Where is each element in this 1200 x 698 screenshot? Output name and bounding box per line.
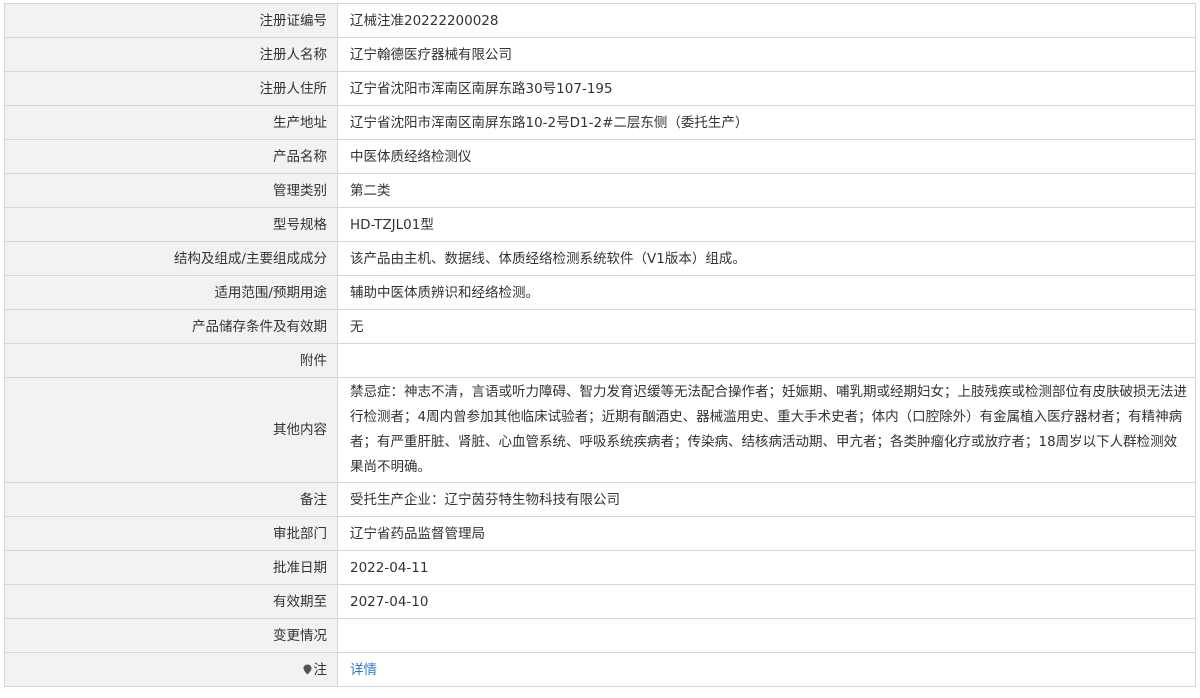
row-change-status: 变更情况 [4, 618, 1196, 653]
row-label: 备注 [4, 482, 338, 517]
pin-icon [302, 663, 312, 675]
row-label: 产品储存条件及有效期 [4, 309, 338, 344]
row-value [337, 618, 1196, 653]
row-remarks: 备注 受托生产企业：辽宁茵芬特生物科技有限公司 [4, 482, 1196, 517]
row-value: 禁忌症：神志不清，言语或听力障碍、智力发育迟缓等无法配合操作者；妊娠期、哺乳期或… [337, 377, 1196, 483]
row-label: 注册人名称 [4, 37, 338, 72]
row-approval-department: 审批部门 辽宁省药品监督管理局 [4, 516, 1196, 551]
row-storage-validity: 产品储存条件及有效期 无 [4, 309, 1196, 344]
row-label: 有效期至 [4, 584, 338, 619]
row-registrant-name: 注册人名称 辽宁翰德医疗器械有限公司 [4, 37, 1196, 72]
row-label: 生产地址 [4, 105, 338, 140]
row-label: 产品名称 [4, 139, 338, 174]
row-production-address: 生产地址 辽宁省沈阳市浑南区南屏东路10-2号D1-2#二层东侧（委托生产） [4, 105, 1196, 140]
row-intended-use: 适用范围/预期用途 辅助中医体质辨识和经络检测。 [4, 275, 1196, 310]
row-product-name: 产品名称 中医体质经络检测仪 [4, 139, 1196, 174]
row-value: 无 [337, 309, 1196, 344]
row-value: 辽宁翰德医疗器械有限公司 [337, 37, 1196, 72]
row-registrant-address: 注册人住所 辽宁省沈阳市浑南区南屏东路30号107-195 [4, 71, 1196, 106]
note-value-cell: 详情 [337, 652, 1196, 687]
detail-container: 注册证编号 辽械注准20222200028 注册人名称 辽宁翰德医疗器械有限公司… [4, 3, 1196, 687]
row-value: 中医体质经络检测仪 [337, 139, 1196, 174]
row-value: 该产品由主机、数据线、体质经络检测系统软件（V1版本）组成。 [337, 241, 1196, 276]
row-value: 受托生产企业：辽宁茵芬特生物科技有限公司 [337, 482, 1196, 517]
row-label: 型号规格 [4, 207, 338, 242]
row-value: 辽宁省沈阳市浑南区南屏东路30号107-195 [337, 71, 1196, 106]
row-registration-number: 注册证编号 辽械注准20222200028 [4, 3, 1196, 38]
row-valid-until: 有效期至 2027-04-10 [4, 584, 1196, 619]
row-label: 注册人住所 [4, 71, 338, 106]
registration-detail-table: 注册证编号 辽械注准20222200028 注册人名称 辽宁翰德医疗器械有限公司… [4, 3, 1196, 687]
row-structure-composition: 结构及组成/主要组成成分 该产品由主机、数据线、体质经络检测系统软件（V1版本）… [4, 241, 1196, 276]
note-label-cell: 注 [4, 652, 338, 687]
row-value [337, 343, 1196, 378]
row-value: 辽宁省药品监督管理局 [337, 516, 1196, 551]
note-label: 注 [313, 661, 328, 678]
row-label: 批准日期 [4, 550, 338, 585]
row-attachment: 附件 [4, 343, 1196, 378]
row-label: 附件 [4, 343, 338, 378]
row-label: 注册证编号 [4, 3, 338, 38]
row-value: 第二类 [337, 173, 1196, 208]
row-model-spec: 型号规格 HD-TZJL01型 [4, 207, 1196, 242]
row-label: 变更情况 [4, 618, 338, 653]
row-note: 注 详情 [4, 652, 1196, 687]
row-management-category: 管理类别 第二类 [4, 173, 1196, 208]
row-label: 管理类别 [4, 173, 338, 208]
row-value: HD-TZJL01型 [337, 207, 1196, 242]
row-value: 2022-04-11 [337, 550, 1196, 585]
row-other-content: 其他内容 禁忌症：神志不清，言语或听力障碍、智力发育迟缓等无法配合操作者；妊娠期… [4, 377, 1196, 483]
row-label: 结构及组成/主要组成成分 [4, 241, 338, 276]
row-value: 2027-04-10 [337, 584, 1196, 619]
row-value: 辅助中医体质辨识和经络检测。 [337, 275, 1196, 310]
row-approval-date: 批准日期 2022-04-11 [4, 550, 1196, 585]
row-value: 辽械注准20222200028 [337, 3, 1196, 38]
details-link[interactable]: 详情 [350, 662, 377, 678]
row-value: 辽宁省沈阳市浑南区南屏东路10-2号D1-2#二层东侧（委托生产） [337, 105, 1196, 140]
row-label: 其他内容 [4, 377, 338, 483]
row-label: 适用范围/预期用途 [4, 275, 338, 310]
row-label: 审批部门 [4, 516, 338, 551]
